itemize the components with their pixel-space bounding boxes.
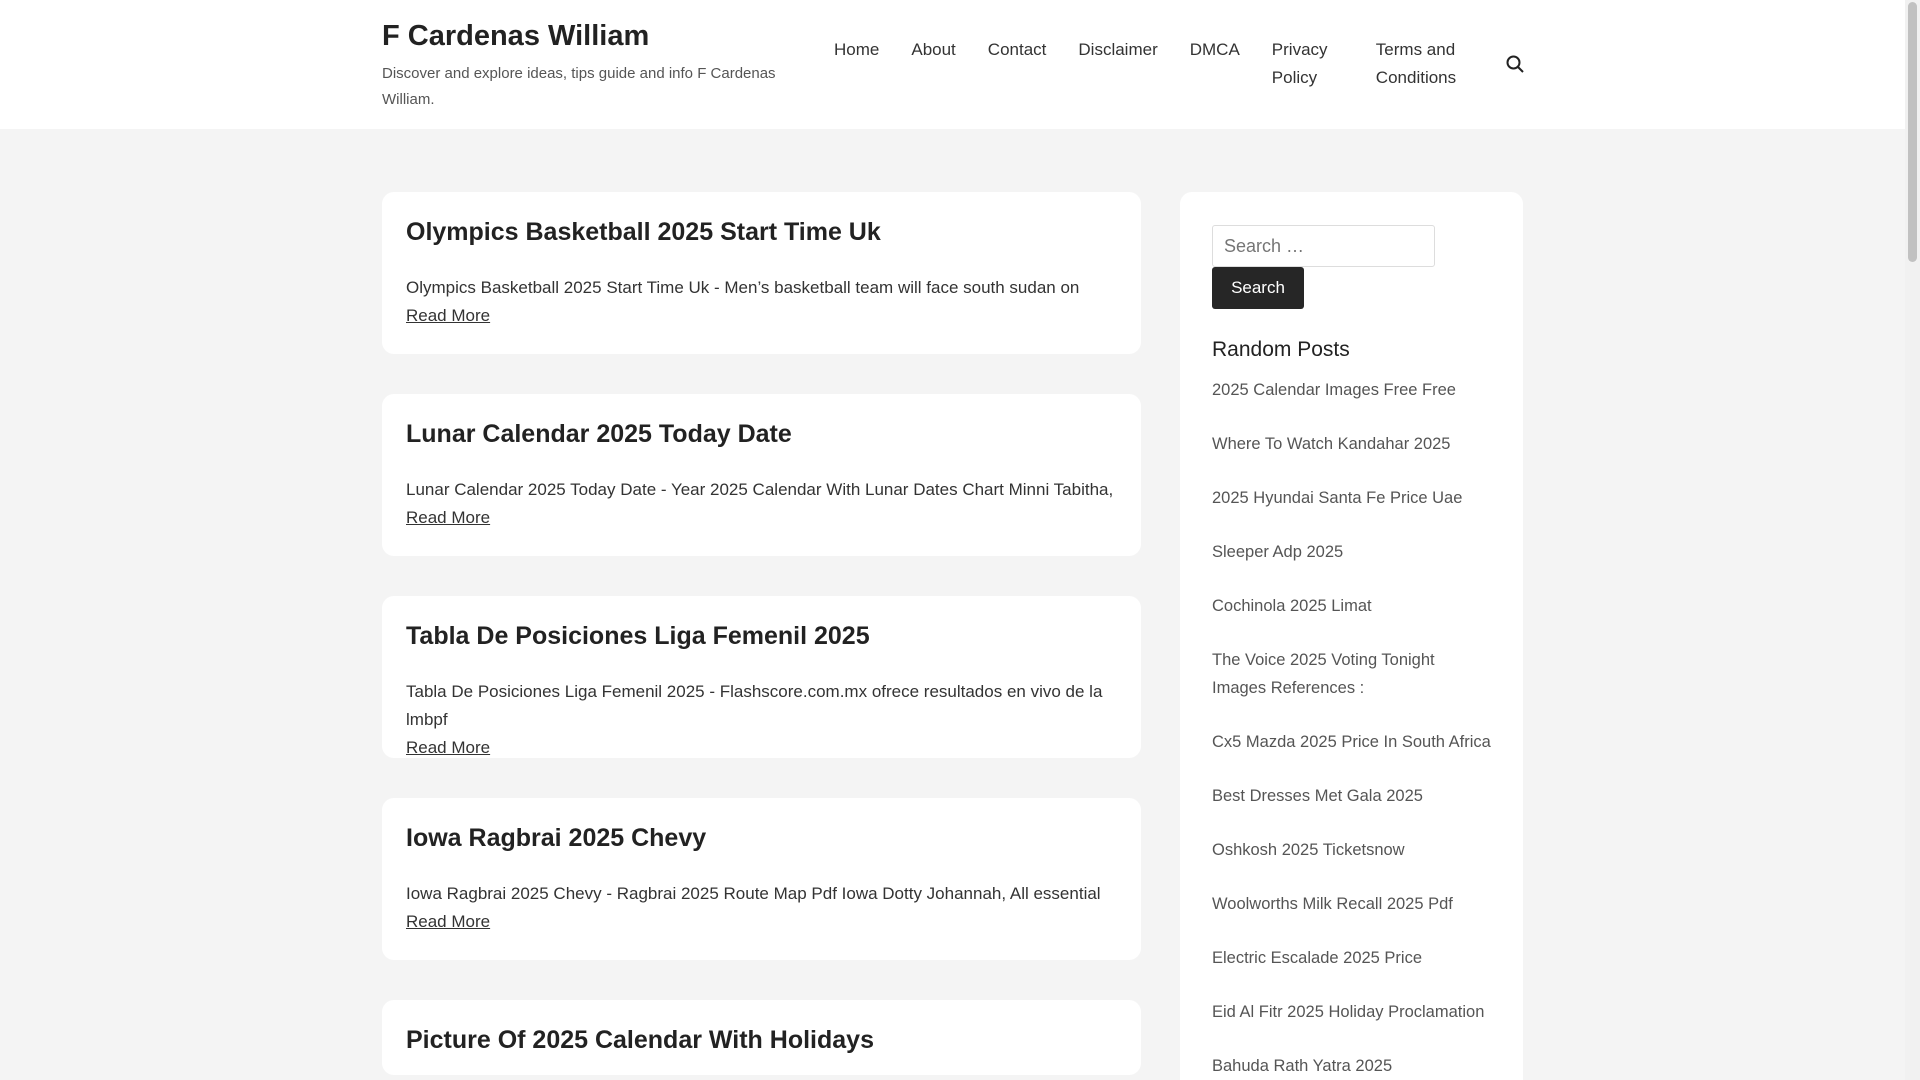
post-card: Tabla De Posiciones Liga Femenil 2025 Ta… — [382, 596, 1141, 758]
nav-contact[interactable]: Contact — [972, 36, 1063, 92]
page-scrollbar[interactable] — [1905, 0, 1920, 1080]
read-more-link[interactable]: Read More — [406, 508, 490, 527]
post-title[interactable]: Lunar Calendar 2025 Today Date — [406, 420, 1117, 449]
post-card: Olympics Basketball 2025 Start Time Uk O… — [382, 192, 1141, 354]
random-post-link[interactable]: Electric Escalade 2025 Price — [1212, 944, 1491, 972]
random-post-link[interactable]: Where To Watch Kandahar 2025 — [1212, 430, 1491, 458]
post-excerpt: Olympics Basketball 2025 Start Time Uk -… — [406, 278, 1080, 297]
site-header: F Cardenas William Discover and explore … — [0, 0, 1905, 129]
random-post-link[interactable]: 2025 Calendar Images Free Free — [1212, 376, 1491, 404]
post-title[interactable]: Tabla De Posiciones Liga Femenil 2025 — [406, 622, 1117, 651]
random-post-link[interactable]: 2025 Hyundai Santa Fe Price Uae — [1212, 484, 1491, 512]
random-post-link[interactable]: Best Dresses Met Gala 2025 — [1212, 782, 1491, 810]
search-icon[interactable] — [1505, 54, 1525, 74]
search-input[interactable] — [1212, 225, 1435, 267]
random-post-link[interactable]: Sleeper Adp 2025 — [1212, 538, 1491, 566]
nav-privacy-policy[interactable]: Privacy Policy — [1256, 36, 1360, 92]
site-tagline: Discover and explore ideas, tips guide a… — [382, 65, 776, 108]
random-post-link[interactable]: The Voice 2025 Voting Tonight Images Ref… — [1212, 646, 1491, 702]
post-card: Lunar Calendar 2025 Today Date Lunar Cal… — [382, 394, 1141, 556]
nav-home[interactable]: Home — [818, 36, 895, 92]
random-post-link[interactable]: Woolworths Milk Recall 2025 Pdf — [1212, 890, 1491, 918]
post-title[interactable]: Picture Of 2025 Calendar With Holidays — [406, 1026, 1117, 1055]
post-excerpt: Iowa Ragbrai 2025 Chevy - Ragbrai 2025 R… — [406, 884, 1101, 903]
scrollbar-thumb[interactable] — [1908, 2, 1917, 262]
read-more-link[interactable]: Read More — [406, 738, 490, 757]
nav-about[interactable]: About — [895, 36, 971, 92]
post-card: Iowa Ragbrai 2025 Chevy Iowa Ragbrai 202… — [382, 798, 1141, 960]
site-title[interactable]: F Cardenas William — [382, 20, 792, 53]
post-card: Picture Of 2025 Calendar With Holidays — [382, 1000, 1141, 1075]
post-excerpt: Tabla De Posiciones Liga Femenil 2025 - … — [406, 682, 1103, 729]
random-posts-list: 2025 Calendar Images Free Free Where To … — [1212, 376, 1491, 1080]
nav-disclaimer[interactable]: Disclaimer — [1062, 36, 1173, 92]
random-post-link[interactable]: Cochinola 2025 Limat — [1212, 592, 1491, 620]
read-more-link[interactable]: Read More — [406, 912, 490, 931]
random-posts-heading: Random Posts — [1212, 338, 1350, 361]
main-nav: Home About Contact Disclaimer DMCA Priva… — [818, 36, 1490, 92]
post-title[interactable]: Iowa Ragbrai 2025 Chevy — [406, 824, 1117, 853]
post-list: Olympics Basketball 2025 Start Time Uk O… — [382, 192, 1141, 1075]
random-post-link[interactable]: Cx5 Mazda 2025 Price In South Africa — [1212, 728, 1491, 756]
read-more-link[interactable]: Read More — [406, 306, 490, 325]
random-post-link[interactable]: Eid Al Fitr 2025 Holiday Proclamation — [1212, 998, 1491, 1026]
search-button[interactable]: Search — [1212, 267, 1304, 309]
random-post-link[interactable]: Oshkosh 2025 Ticketsnow — [1212, 836, 1491, 864]
nav-dmca[interactable]: DMCA — [1174, 36, 1256, 92]
nav-terms[interactable]: Terms and Conditions — [1360, 36, 1490, 92]
sidebar: Search Random Posts 2025 Calendar Images… — [1180, 192, 1523, 1080]
post-title[interactable]: Olympics Basketball 2025 Start Time Uk — [406, 218, 1117, 247]
post-excerpt: Lunar Calendar 2025 Today Date - Year 20… — [406, 480, 1114, 499]
branding: F Cardenas William Discover and explore … — [382, 20, 792, 113]
random-post-link[interactable]: Bahuda Rath Yatra 2025 — [1212, 1052, 1491, 1080]
